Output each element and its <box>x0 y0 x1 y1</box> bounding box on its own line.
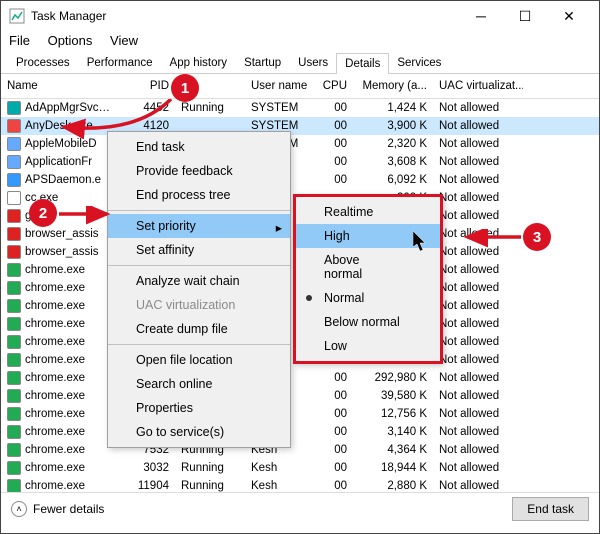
menubar: File Options View <box>1 31 599 52</box>
col-name[interactable]: Name <box>1 78 119 94</box>
maximize-button[interactable]: ☐ <box>503 1 547 31</box>
table-row[interactable]: chrome.exe2652RunningKesh003,140 KNot al… <box>1 423 599 441</box>
tab-details[interactable]: Details <box>336 53 389 74</box>
process-icon <box>7 461 21 475</box>
annotation-1: 1 <box>171 74 199 102</box>
tab-users[interactable]: Users <box>289 52 337 73</box>
process-icon <box>7 425 21 439</box>
chevron-up-icon: ˄ <box>11 501 27 517</box>
priority-submenu[interactable]: RealtimeHighAbove normalNormalBelow norm… <box>293 194 443 364</box>
arrow-1-icon <box>56 99 176 139</box>
menu-item[interactable]: End process tree <box>108 183 290 207</box>
process-icon <box>7 191 21 205</box>
table-row[interactable]: chrome.exe3032RunningKesh0018,944 KNot a… <box>1 459 599 477</box>
process-icon <box>7 281 21 295</box>
process-icon <box>7 245 21 259</box>
submenu-item[interactable]: Realtime <box>296 200 440 224</box>
tab-performance[interactable]: Performance <box>78 52 162 73</box>
table-row[interactable]: ApplicationFrKesh003,608 KNot allowed <box>1 153 599 171</box>
footer: ˄ Fewer details End task <box>1 492 599 525</box>
tab-startup[interactable]: Startup <box>235 52 290 73</box>
table-row[interactable]: chrome.exe2960RunningKesh0012,756 KNot a… <box>1 405 599 423</box>
process-icon <box>7 173 21 187</box>
process-icon <box>7 317 21 331</box>
tab-services[interactable]: Services <box>388 52 450 73</box>
annotation-3: 3 <box>523 223 551 251</box>
menu-file[interactable]: File <box>9 33 30 48</box>
process-icon <box>7 335 21 349</box>
col-mem[interactable]: Memory (a... <box>353 78 433 94</box>
tabs: Processes Performance App history Startu… <box>1 52 599 74</box>
col-user[interactable]: User name <box>245 78 313 94</box>
titlebar: Task Manager ─ ☐ ✕ <box>1 1 599 31</box>
menu-item[interactable]: Search online <box>108 372 290 396</box>
process-icon <box>7 389 21 403</box>
submenu-item[interactable]: Low <box>296 334 440 358</box>
process-icon <box>7 137 21 151</box>
process-icon <box>7 443 21 457</box>
process-icon <box>7 155 21 169</box>
end-task-button[interactable]: End task <box>512 497 589 521</box>
process-icon <box>7 299 21 313</box>
process-icon <box>7 119 21 133</box>
tab-app-history[interactable]: App history <box>161 52 237 73</box>
col-cpu[interactable]: CPU <box>313 78 353 94</box>
table-row[interactable]: APSDaemon.eKesh006,092 KNot allowed <box>1 171 599 189</box>
close-button[interactable]: ✕ <box>547 1 591 31</box>
cursor-icon <box>413 231 431 253</box>
submenu-item[interactable]: Normal <box>296 286 440 310</box>
menu-view[interactable]: View <box>110 33 138 48</box>
process-icon <box>7 263 21 277</box>
col-uac[interactable]: UAC virtualizat... <box>433 78 523 94</box>
menu-item[interactable]: Go to service(s) <box>108 420 290 444</box>
tab-processes[interactable]: Processes <box>7 52 79 73</box>
menu-item[interactable]: Create dump file <box>108 317 290 341</box>
table-row[interactable]: chrome.exeKesh00292,980 KNot allowed <box>1 369 599 387</box>
submenu-item[interactable]: Above normal <box>296 248 440 286</box>
process-icon <box>7 227 21 241</box>
app-icon <box>9 8 25 24</box>
fewer-label: Fewer details <box>33 502 104 516</box>
table-row[interactable]: chrome.exeKesh0039,580 KNot allowed <box>1 387 599 405</box>
process-icon <box>7 353 21 367</box>
menu-item[interactable]: UAC virtualization <box>108 293 290 317</box>
process-icon <box>7 101 21 115</box>
process-icon <box>7 371 21 385</box>
process-icon <box>7 407 21 421</box>
annotation-2: 2 <box>29 199 57 227</box>
table-row[interactable]: chrome.exe7532RunningKesh004,364 KNot al… <box>1 441 599 459</box>
menu-item[interactable]: Set affinity <box>108 238 290 262</box>
menu-item[interactable]: Properties <box>108 396 290 420</box>
menu-item[interactable]: Open file location <box>108 348 290 372</box>
window-title: Task Manager <box>31 9 459 23</box>
table-header: Name PID tus User name CPU Memory (a... … <box>1 74 599 99</box>
arrow-3-icon <box>461 229 526 249</box>
menu-item[interactable]: Provide feedback <box>108 159 290 183</box>
fewer-details-button[interactable]: ˄ Fewer details <box>11 501 512 517</box>
menu-options[interactable]: Options <box>48 33 93 48</box>
process-icon <box>7 479 21 493</box>
minimize-button[interactable]: ─ <box>459 1 503 31</box>
context-menu[interactable]: End taskProvide feedbackEnd process tree… <box>107 131 291 448</box>
menu-item[interactable]: Analyze wait chain <box>108 269 290 293</box>
arrow-2-icon <box>57 206 117 226</box>
submenu-item[interactable]: Below normal <box>296 310 440 334</box>
menu-item[interactable]: Set priority▸ <box>108 214 290 238</box>
process-icon <box>7 209 21 223</box>
col-pid[interactable]: PID <box>119 78 175 94</box>
